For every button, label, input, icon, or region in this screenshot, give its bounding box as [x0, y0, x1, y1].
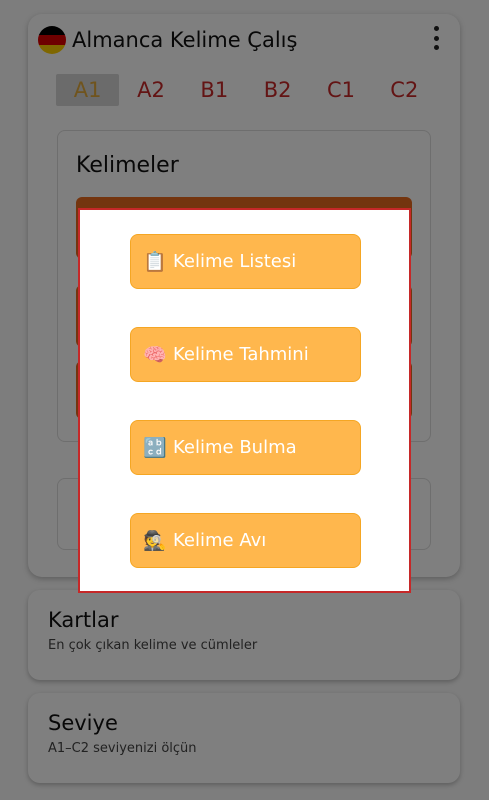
- word-list-button[interactable]: 📋 Kelime Listesi: [130, 234, 361, 289]
- word-mode-dialog: 📋 Kelime Listesi 🧠 Kelime Tahmini 🔡 Keli…: [78, 208, 411, 593]
- detective-icon: 🕵: [143, 530, 167, 552]
- word-guess-label: Kelime Tahmini: [173, 344, 309, 365]
- word-find-label: Kelime Bulma: [173, 437, 297, 458]
- clipboard-icon: 📋: [143, 251, 167, 273]
- brain-icon: 🧠: [143, 344, 167, 366]
- word-list-label: Kelime Listesi: [173, 251, 297, 272]
- word-hunt-button[interactable]: 🕵 Kelime Avı: [130, 513, 361, 568]
- word-hunt-label: Kelime Avı: [173, 530, 267, 551]
- word-guess-button[interactable]: 🧠 Kelime Tahmini: [130, 327, 361, 382]
- word-find-button[interactable]: 🔡 Kelime Bulma: [130, 420, 361, 475]
- abcd-icon: 🔡: [143, 437, 167, 459]
